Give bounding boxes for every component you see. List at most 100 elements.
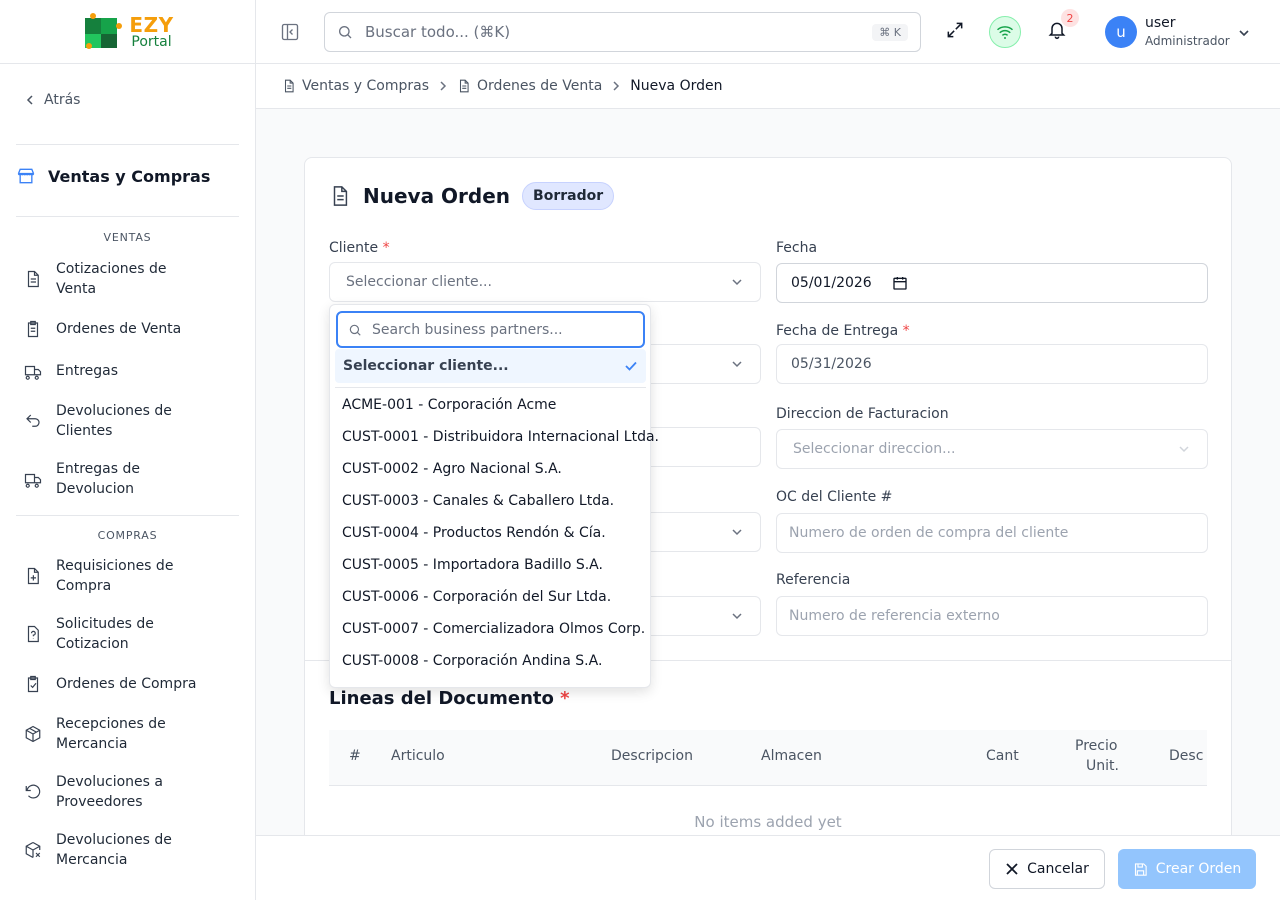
dropdown-option[interactable]: CUST-0005 - Importadora Badillo S.A. (342, 557, 603, 573)
back-link[interactable]: Atrás (24, 92, 80, 108)
sidebar-item-label: Devoluciones a (56, 774, 163, 790)
chevron-down-icon (732, 279, 742, 286)
file-plus-icon (27, 567, 39, 585)
breadcrumb-item-ordenes-venta[interactable]: Ordenes de Venta (457, 78, 602, 94)
dropdown-option[interactable]: CUST-0006 - Corporación del Sur Ltda. (342, 589, 611, 605)
global-search-input[interactable]: Buscar todo... (⌘K) ⌘ K (324, 12, 921, 52)
avatar[interactable]: u (1105, 16, 1137, 48)
chevron-down-icon (732, 613, 742, 620)
facturacion-label: Direccion de Facturacion (776, 406, 949, 422)
fecha-entrega-value: 05/31/2026 (791, 356, 872, 372)
store-icon (17, 168, 35, 184)
required-marker: * (560, 688, 570, 709)
wifi-icon (997, 26, 1013, 39)
chevron-right-icon (613, 81, 620, 91)
column-header-articulo: Articulo (391, 748, 445, 764)
oc-cliente-placeholder: Numero de orden de compra del cliente (789, 525, 1069, 541)
breadcrumb-item-ventas-compras[interactable]: Ventas y Compras (282, 78, 429, 94)
dropdown-option[interactable]: CUST-0004 - Productos Rendón & Cía. (342, 525, 606, 541)
logo[interactable]: EZY Portal (81, 12, 173, 52)
search-icon (349, 324, 361, 336)
sidebar-item-label: Ordenes de Venta (56, 321, 182, 337)
divider (335, 387, 646, 388)
sidebar-item-label: Mercancia (56, 852, 128, 868)
user-menu-button[interactable] (1237, 26, 1251, 40)
module-title-label: Ventas y Compras (48, 166, 211, 186)
oc-cliente-input[interactable]: Numero de orden de compra del cliente (776, 513, 1208, 553)
sidebar-item-ordenes-venta[interactable]: Ordenes de Venta (24, 319, 234, 339)
file-question-icon (27, 625, 39, 643)
sidebar-item-devoluciones-proveedores[interactable]: Devoluciones a Proveedores (24, 772, 234, 812)
required-marker: * (382, 240, 390, 256)
top-header: Buscar todo... (⌘K) ⌘ K 2 u user Adminis… (256, 0, 1280, 64)
referencia-input[interactable]: Numero de referencia externo (776, 596, 1208, 636)
sidebar-item-devoluciones-clientes[interactable]: Devoluciones de Clientes (24, 401, 234, 441)
status-badge: Borrador (522, 182, 615, 210)
sidebar-item-ordenes-compra[interactable]: Ordenes de Compra (24, 674, 234, 694)
sidebar-item-label: Compra (56, 578, 112, 594)
column-header-cant: Cant (986, 748, 1019, 764)
sidebar-item-recepciones-mercancia[interactable]: Recepciones de Mercancia (24, 714, 234, 754)
divider (16, 144, 239, 145)
logo-puzzle-icon (85, 12, 123, 49)
module-title: Ventas y Compras (16, 166, 210, 186)
sidebar-item-requisiciones-compra[interactable]: Requisiciones de Compra (24, 556, 234, 596)
search-placeholder: Buscar todo... (⌘K) (365, 23, 511, 41)
dropdown-option[interactable]: CUST-0007 - Comercializadora Olmos Corp. (342, 621, 645, 637)
sidebar-item-entregas-devolucion[interactable]: Entregas de Devolucion (24, 459, 234, 499)
fullscreen-button[interactable] (945, 20, 965, 40)
sidebar-item-label: Solicitudes de (56, 616, 154, 632)
package-icon (25, 725, 41, 743)
chevron-right-icon (440, 81, 447, 91)
user-role: Administrador (1145, 34, 1230, 48)
chevron-down-icon (1239, 30, 1249, 37)
notification-count-badge: 2 (1061, 9, 1079, 27)
cancel-button-label: Cancelar (1027, 861, 1089, 877)
create-order-button-label: Crear Orden (1155, 861, 1242, 877)
oc-cliente-label: OC del Cliente # (776, 489, 893, 505)
calendar-icon[interactable] (892, 275, 908, 291)
sidebar-item-label: Venta (56, 281, 97, 297)
dropdown-option[interactable]: CUST-0008 - Corporación Andina S.A. (342, 653, 602, 669)
sidebar-item-solicitudes-cotizacion[interactable]: Solicitudes de Cotizacion (24, 614, 234, 654)
page-title: Nueva Orden (363, 184, 511, 208)
business-partner-search-input[interactable]: Search business partners... (336, 311, 645, 348)
divider (16, 216, 239, 217)
breadcrumb-item-current: Nueva Orden (630, 78, 723, 94)
user-name[interactable]: user (1145, 15, 1176, 31)
column-header-precio-unit: Unit. (1086, 758, 1119, 774)
logo-name: EZY (129, 12, 174, 37)
cliente-dropdown: Search business partners... Seleccionar … (329, 304, 659, 688)
connection-status-button[interactable] (989, 16, 1021, 48)
sidebar-item-label: Ordenes de Compra (56, 676, 197, 692)
create-order-button[interactable]: Crear Orden (1118, 849, 1256, 889)
cliente-select[interactable]: Seleccionar cliente... (329, 262, 761, 302)
dropdown-option[interactable]: CUST-0002 - Agro Nacional S.A. (342, 461, 562, 477)
sidebar-item-label: Entregas de (56, 461, 140, 477)
maximize-icon (947, 22, 963, 38)
form-header: Nueva Orden Borrador (329, 182, 615, 210)
sidebar-item-label: Devolucion (56, 481, 135, 497)
document-icon (284, 79, 294, 93)
dropdown-option-selected[interactable]: Seleccionar cliente... (335, 349, 646, 383)
document-icon (27, 270, 39, 288)
document-icon (460, 79, 469, 93)
dropdown-option[interactable]: CUST-0001 - Distribuidora Internacional … (342, 429, 659, 445)
sidebar-toggle-button[interactable] (280, 22, 300, 42)
clipboard-icon (27, 320, 39, 338)
sidebar-item-entregas[interactable]: Entregas (24, 361, 234, 381)
column-header-descripcion: Descripcion (611, 748, 693, 764)
cancel-button[interactable]: Cancelar (989, 849, 1105, 889)
sidebar-item-cotizaciones-venta[interactable]: Cotizaciones de Venta (24, 259, 234, 299)
facturacion-select[interactable]: Seleccionar direccion... (776, 429, 1208, 469)
sidebar-item-devoluciones-mercancia[interactable]: Devoluciones de Mercancia (24, 830, 234, 870)
fecha-entrega-input[interactable]: 05/31/2026 (776, 344, 1208, 384)
dropdown-option[interactable]: ACME-001 - Corporación Acme (342, 397, 556, 413)
dropdown-option[interactable]: CUST-0003 - Canales & Caballero Ltda. (342, 493, 614, 509)
lines-title: Lineas del Documento * (329, 688, 570, 709)
fecha-input[interactable]: 05/01/2026 (776, 263, 1208, 303)
sidebar-item-label: Devoluciones de (56, 403, 172, 419)
fecha-entrega-label: Fecha de Entrega * (776, 323, 910, 339)
referencia-label: Referencia (776, 572, 851, 588)
column-header-number: # (349, 748, 361, 764)
